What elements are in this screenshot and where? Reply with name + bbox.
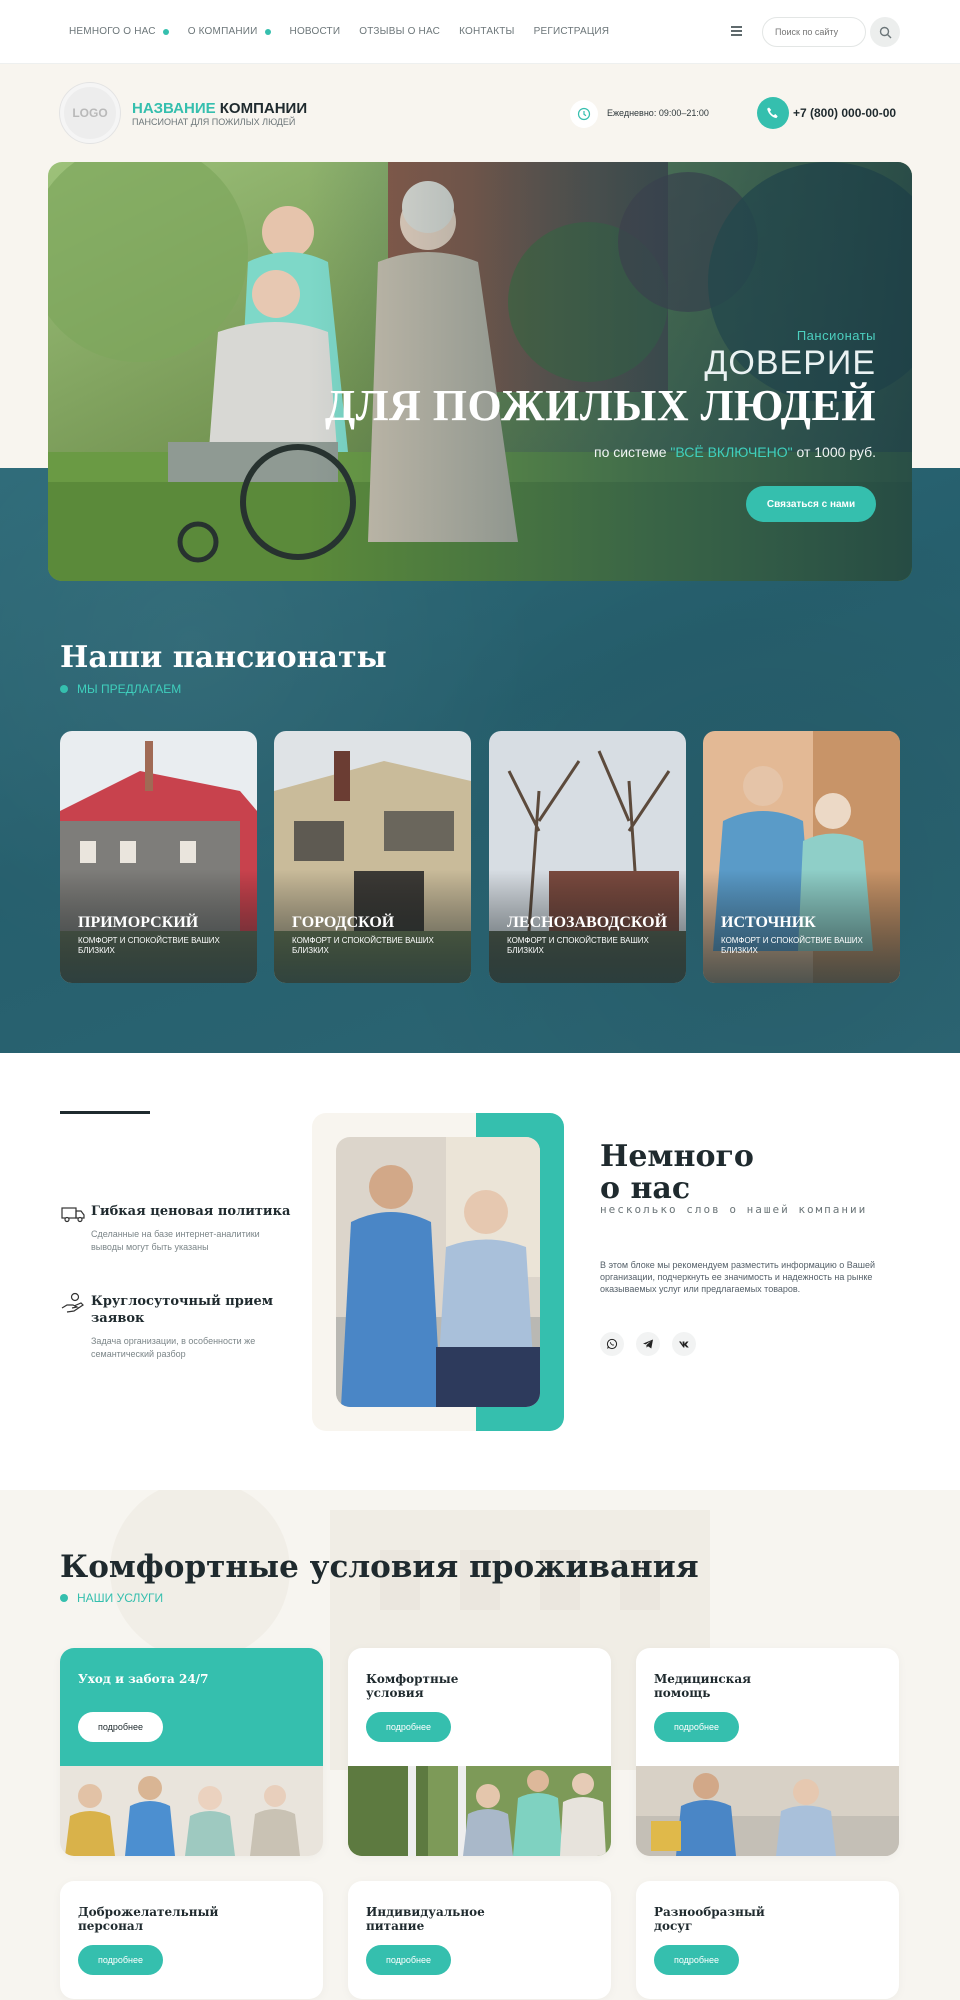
nav-item-company[interactable]: О КОМПАНИИ [188,26,271,37]
doctor-patient-photo [336,1137,540,1407]
service-photo [60,1766,323,1856]
nav-item-label: О КОМПАНИИ [187,26,258,37]
about-divider [60,1111,150,1114]
company-tagline: ПАНСИОНАТ ДЛЯ ПОЖИЛЫХ ЛЮДЕЙ [132,117,296,127]
kicker-label: МЫ ПРЕДЛАГАЕМ [77,682,182,696]
company-logo[interactable]: LOGO [60,83,120,143]
logo-text: LOGO [72,106,108,120]
pansionat-desc: КОМФОРТ И СПОКОЙСТВИЕ ВАШИХ БЛИЗКИХ [507,936,649,955]
service-card-nutrition[interactable]: Индивидуальное питание подробнее [348,1881,611,1999]
company-name: НАЗВАНИЕ КОМПАНИИ [132,100,307,117]
truck-icon [61,1207,85,1223]
top-navigation: НЕМНОГО О НАС О КОМПАНИИ НОВОСТИ ОТЗЫВЫ … [0,0,960,64]
service-title: Разнообразный досуг [654,1905,765,1933]
section-title-pansionaty: Наши пансионаты [60,640,387,675]
details-button[interactable]: подробнее [78,1945,163,1975]
details-button[interactable]: подробнее [654,1945,739,1975]
search-input[interactable] [762,17,866,47]
section-kicker-pansionaty: МЫ ПРЕДЛАГАЕМ [60,682,181,696]
section-title-services: Комфортные условия проживания [60,1549,699,1585]
about-heading-line2: о нас [600,1171,691,1206]
about-subheading: несколько слов о нашей компании [600,1203,868,1216]
nav-item-label: НОВОСТИ [289,26,341,37]
nav-item-label: ОТЗЫВЫ О НАС [359,26,441,37]
nav-item-label: НЕМНОГО О НАС [69,26,156,37]
details-button[interactable]: подробнее [654,1712,739,1742]
service-title: Медицинская помощь [654,1672,751,1700]
details-button[interactable]: подробнее [366,1945,451,1975]
hero-subtitle: по системе "ВСЁ ВКЛЮЧЕНО" от 1000 руб. [594,444,876,460]
nav-item-label: РЕГИСТРАЦИЯ [533,26,610,37]
working-hours: Ежедневно: 09:00–21:00 [607,108,709,118]
hero-kicker: Пансионаты [796,328,876,343]
service-card-care[interactable]: Уход и забота 24/7 подробнее [60,1648,323,1856]
service-title: Уход и забота 24/7 [78,1672,209,1686]
kicker-label: НАШИ УСЛУГИ [77,1591,164,1605]
hero-subtitle-highlight: "ВСЁ ВКЛЮЧЕНО" [670,444,793,460]
phone-number[interactable]: +7 (800) 000-00-00 [793,106,896,120]
nav-item-label: КОНТАКТЫ [459,26,515,37]
hamburger-menu-icon[interactable] [731,26,742,36]
phone-icon[interactable] [757,97,789,129]
service-card-comfort[interactable]: Комфортные условия подробнее [348,1648,611,1856]
nav-item-reviews[interactable]: ОТЗЫВЫ О НАС [359,26,440,37]
service-photo [636,1766,899,1856]
company-name-highlight: НАЗВАНИЕ [132,100,216,117]
pansionat-desc: КОМФОРТ И СПОКОЙСТВИЕ ВАШИХ БЛИЗКИХ [721,936,863,955]
feature-desc: Задача организации, в особенности же сем… [91,1336,256,1359]
about-heading-line1: Немного [600,1139,754,1174]
nav-item-news[interactable]: НОВОСТИ [290,26,341,37]
nav-dot-indicator [264,28,271,35]
section-kicker-services: НАШИ УСЛУГИ [60,1591,163,1605]
service-photo [348,1766,611,1856]
search-icon [879,26,891,38]
nav-dot-indicator [162,28,169,35]
contact-us-button[interactable]: Связаться с нами [746,486,876,522]
feature-desc: Сделанные на базе интернет-аналитики выв… [91,1229,260,1252]
pansionat-card-istochnik[interactable]: ИСТОЧНИК КОМФОРТ И СПОКОЙСТВИЕ ВАШИХ БЛИ… [703,731,900,983]
hero-title-line1: ДОВЕРИЕ [704,344,876,382]
search-button[interactable] [870,17,900,47]
about-photo [336,1137,540,1407]
details-button[interactable]: подробнее [366,1712,451,1742]
service-title: Доброжелательный персонал [78,1905,219,1933]
hero-title-line2: ДЛЯ ПОЖИЛЫХ ЛЮДЕЙ [324,381,876,430]
pansionat-name: ЛЕСНОЗАВОДСКОЙ [507,914,668,931]
company-name-rest: КОМПАНИИ [219,100,308,117]
nav-item-registration[interactable]: РЕГИСТРАЦИЯ [534,26,610,37]
hero-banner: Пансионаты ДОВЕРИЕ ДЛЯ ПОЖИЛЫХ ЛЮДЕЙ по … [48,162,912,581]
hero-subtitle-post: от 1000 руб. [796,444,876,460]
about-heading: Немного о нас [600,1141,754,1205]
service-card-medical[interactable]: Медицинская помощь подробнее [636,1648,899,1856]
whatsapp-icon[interactable] [600,1332,624,1356]
about-text: В этом блоке мы рекомендуем разместить и… [600,1260,875,1294]
service-title: Индивидуальное питание [366,1905,485,1933]
pansionat-card-lesnozavodskoy[interactable]: ЛЕСНОЗАВОДСКОЙ КОМФОРТ И СПОКОЙСТВИЕ ВАШ… [489,731,686,983]
hand-support-icon [61,1292,84,1313]
pansionat-desc: КОМФОРТ И СПОКОЙСТВИЕ ВАШИХ БЛИЗКИХ [78,936,220,955]
service-title: Комфортные условия [366,1672,459,1700]
pansionat-card-gorodskoy[interactable]: ГОРОДСКОЙ КОМФОРТ И СПОКОЙСТВИЕ ВАШИХ БЛ… [274,731,471,983]
service-card-staff[interactable]: Доброжелательный персонал подробнее [60,1881,323,1999]
nav-item-contacts[interactable]: КОНТАКТЫ [459,26,515,37]
pansionat-name: ИСТОЧНИК [721,914,816,931]
service-card-leisure[interactable]: Разнообразный досуг подробнее [636,1881,899,1999]
feature-title: Круглосуточный прием заявок [91,1294,274,1326]
telegram-icon[interactable] [636,1332,660,1356]
hero-subtitle-pre: по системе [593,444,667,460]
pansionat-name: ГОРОДСКОЙ [292,914,395,931]
nav-item-about-us[interactable]: НЕМНОГО О НАС [69,26,169,37]
pansionat-card-primorsky[interactable]: ПРИМОРСКИЙ КОМФОРТ И СПОКОЙСТВИЕ ВАШИХ Б… [60,731,257,983]
feature-title: Гибкая ценовая политика [91,1204,291,1219]
pansionat-name: ПРИМОРСКИЙ [78,914,199,931]
kicker-dot [60,685,68,693]
pansionat-desc: КОМФОРТ И СПОКОЙСТВИЕ ВАШИХ БЛИЗКИХ [292,936,434,955]
vk-icon[interactable] [672,1332,696,1356]
kicker-dot [60,1594,68,1602]
main-menu: НЕМНОГО О НАС О КОМПАНИИ НОВОСТИ ОТЗЫВЫ … [69,26,628,37]
details-button[interactable]: подробнее [78,1712,163,1742]
clock-icon [570,100,598,128]
